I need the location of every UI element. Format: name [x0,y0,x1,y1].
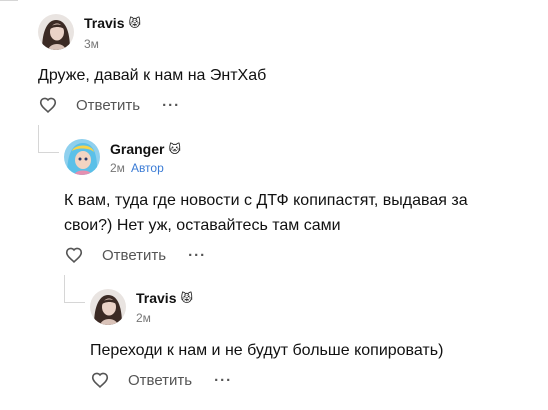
reply-button[interactable]: Ответить [128,372,192,389]
comment-author[interactable]: Travis 😾 [84,15,141,31]
author-badge: Автор [130,161,164,175]
comment-time[interactable]: 3м [84,37,99,51]
thread-connector [64,275,85,303]
comment-text: Друже, давай к нам на ЭнтХаб [38,67,267,84]
avatar[interactable] [90,289,126,325]
more-icon[interactable]: ··· [188,247,206,264]
heart-icon[interactable] [38,96,58,114]
comment-text: Переходи к нам и не будут больше копиров… [90,342,444,359]
reply-button[interactable]: Ответить [102,247,166,264]
comment-actions: Ответить ··· [90,370,232,390]
cat-emoji-icon: 🐱 [168,142,181,156]
heart-icon[interactable] [64,246,84,264]
time-label[interactable]: 2м [136,311,151,325]
comment-text: К вам, туда где новости с ДТФ копипастят… [64,192,468,209]
heart-icon[interactable] [90,371,110,389]
more-icon[interactable]: ··· [162,97,180,114]
comment-author[interactable]: Travis 😾 [136,290,193,306]
comment-meta: 2м Автор [110,161,164,175]
comment-author[interactable]: Granger 🐱 [110,141,181,157]
reply-button[interactable]: Ответить [76,97,140,114]
time-label[interactable]: 2м [110,161,125,175]
comment-time[interactable]: 2м [136,311,151,325]
author-name[interactable]: Travis [136,290,176,306]
comment-actions: Ответить ··· [38,95,180,115]
author-name[interactable]: Granger [110,141,164,157]
thread-connector [38,125,59,153]
comment-text: свои?) Нет уж, оставайтесь там сами [64,217,341,234]
cat-emoji-icon: 😾 [128,16,141,30]
comment-actions: Ответить ··· [64,245,206,265]
avatar[interactable] [64,139,100,175]
cat-emoji-icon: 😾 [180,291,193,305]
time-label[interactable]: 3м [84,37,99,51]
more-icon[interactable]: ··· [214,372,232,389]
author-name[interactable]: Travis [84,15,124,31]
avatar[interactable] [38,14,74,50]
top-divider [0,0,18,1]
